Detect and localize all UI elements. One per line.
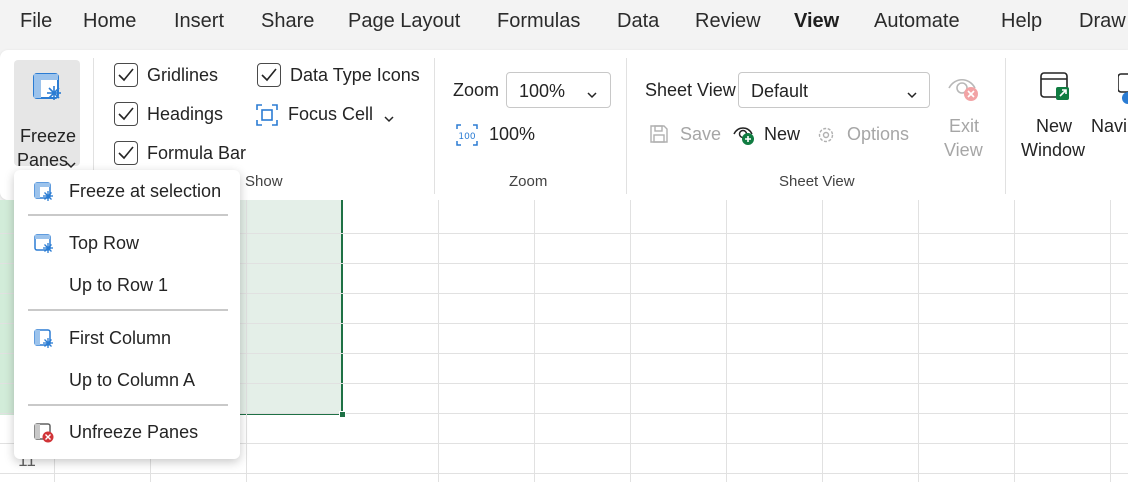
new-window-label-1[interactable]: New	[1036, 116, 1072, 137]
sheet-view-group-label: Sheet View	[779, 173, 855, 190]
zoom-select-value: 100%	[519, 81, 566, 101]
chevron-down-icon	[907, 86, 917, 104]
tab-data[interactable]: Data	[617, 10, 659, 33]
menu-bar: File Home Insert Share Page Layout Formu…	[0, 0, 1128, 44]
sheet-view-select[interactable]: Default	[738, 72, 930, 108]
grid-line	[822, 200, 823, 482]
navigation-icon[interactable]	[1117, 72, 1128, 109]
zoom-group-label: Zoom	[509, 173, 548, 190]
freeze-at-selection-icon	[34, 182, 54, 207]
data-type-icons-checkbox[interactable]	[257, 63, 281, 87]
ribbon-separator	[434, 58, 435, 194]
tab-file[interactable]: File	[20, 10, 52, 33]
save-icon	[649, 124, 669, 149]
focus-cell-label[interactable]: Focus Cell	[288, 104, 373, 125]
grid-line	[726, 200, 727, 482]
save-sheet-view-button[interactable]: Save	[680, 124, 721, 145]
gear-icon	[816, 125, 836, 150]
new-window-label-2[interactable]: Window	[1021, 140, 1085, 161]
navigation-label[interactable]: Navi	[1091, 116, 1127, 137]
grid-line	[1110, 200, 1111, 482]
tab-share[interactable]: Share	[261, 10, 314, 33]
menu-separator	[28, 309, 228, 311]
menu-item-label: Freeze at selection	[69, 181, 222, 201]
zoom-select[interactable]: 100%	[506, 72, 611, 108]
gridlines-label: Gridlines	[147, 65, 219, 85]
menu-item-label: Unfreeze Panes	[69, 422, 199, 442]
menu-separator	[28, 214, 228, 216]
formula-bar-label: Formula Bar	[147, 143, 247, 163]
tab-automate[interactable]: Automate	[874, 10, 960, 33]
tab-page-layout[interactable]: Page Layout	[348, 10, 460, 33]
tab-formulas[interactable]: Formulas	[497, 10, 580, 33]
grid-line	[246, 200, 247, 482]
menu-item-unfreeze-panes[interactable]: Unfreeze Panes	[14, 413, 240, 451]
tab-home[interactable]: Home	[83, 10, 136, 33]
freeze-panes-icon	[32, 72, 64, 109]
menu-item-first-column[interactable]: First Column	[14, 319, 240, 357]
unfreeze-panes-icon	[34, 423, 54, 448]
tab-help[interactable]: Help	[1001, 10, 1042, 33]
freeze-panes-label-2: Panes	[17, 150, 69, 170]
menu-item-label: Up to Row 1	[69, 275, 169, 295]
svg-text:100: 100	[458, 132, 475, 142]
tab-review[interactable]: Review	[695, 10, 761, 33]
exit-view-label-1[interactable]: Exit	[949, 116, 979, 137]
freeze-top-row-icon	[34, 234, 54, 259]
freeze-panes-menu: Freeze at selection Top Row Up to Row 1 …	[14, 170, 240, 459]
freeze-panes-label-1: Freeze	[20, 126, 77, 146]
zoom-label: Zoom	[453, 80, 500, 100]
new-sheet-view-button[interactable]: New	[764, 124, 800, 145]
grid-line	[534, 200, 535, 482]
headings-checkbox[interactable]	[114, 102, 138, 126]
menu-item-label: Up to Column A	[69, 370, 196, 390]
chevron-down-icon	[587, 86, 597, 104]
sheet-view-select-value: Default	[751, 81, 809, 101]
grid-line	[0, 473, 1128, 474]
show-group-label: Show	[245, 173, 283, 190]
focus-cell-chevron-icon[interactable]	[384, 110, 394, 128]
grid-line	[1014, 200, 1015, 482]
new-window-icon[interactable]	[1039, 70, 1071, 107]
freeze-panes-button[interactable]: Freeze Panes	[14, 60, 80, 170]
menu-item-top-row[interactable]: Top Row	[14, 224, 240, 262]
menu-item-label: First Column	[69, 328, 172, 348]
sheet-view-label: Sheet View	[645, 80, 736, 100]
focus-cell-icon[interactable]	[256, 104, 278, 131]
headings-label: Headings	[147, 104, 224, 124]
exit-view-icon	[947, 74, 981, 109]
ribbon-separator	[626, 58, 627, 194]
options-button[interactable]: Options	[847, 124, 909, 145]
menu-item-up-to-column[interactable]: Up to Column A	[14, 361, 240, 399]
data-type-icons-label: Data Type Icons	[290, 65, 420, 85]
tab-view[interactable]: View	[794, 10, 839, 33]
gridlines-checkbox[interactable]	[114, 63, 138, 87]
ribbon-separator	[1005, 58, 1006, 194]
menu-separator	[28, 404, 228, 406]
tab-insert[interactable]: Insert	[174, 10, 224, 33]
exit-view-label-2[interactable]: View	[944, 140, 983, 161]
menu-item-freeze-at-selection[interactable]: Freeze at selection	[14, 172, 240, 210]
grid-line	[438, 200, 439, 482]
grid-line	[918, 200, 919, 482]
freeze-first-column-icon	[34, 329, 54, 354]
menu-item-up-to-row[interactable]: Up to Row 1	[14, 266, 240, 304]
new-sheet-view-icon	[732, 122, 756, 151]
tab-draw[interactable]: Draw	[1079, 10, 1126, 33]
fill-handle[interactable]	[339, 411, 346, 418]
menu-item-label: Top Row	[69, 233, 140, 253]
zoom-100-label[interactable]: 100%	[489, 124, 535, 145]
formula-bar-checkbox[interactable]	[114, 141, 138, 165]
grid-line	[630, 200, 631, 482]
zoom-100-icon[interactable]: 100	[455, 123, 479, 152]
